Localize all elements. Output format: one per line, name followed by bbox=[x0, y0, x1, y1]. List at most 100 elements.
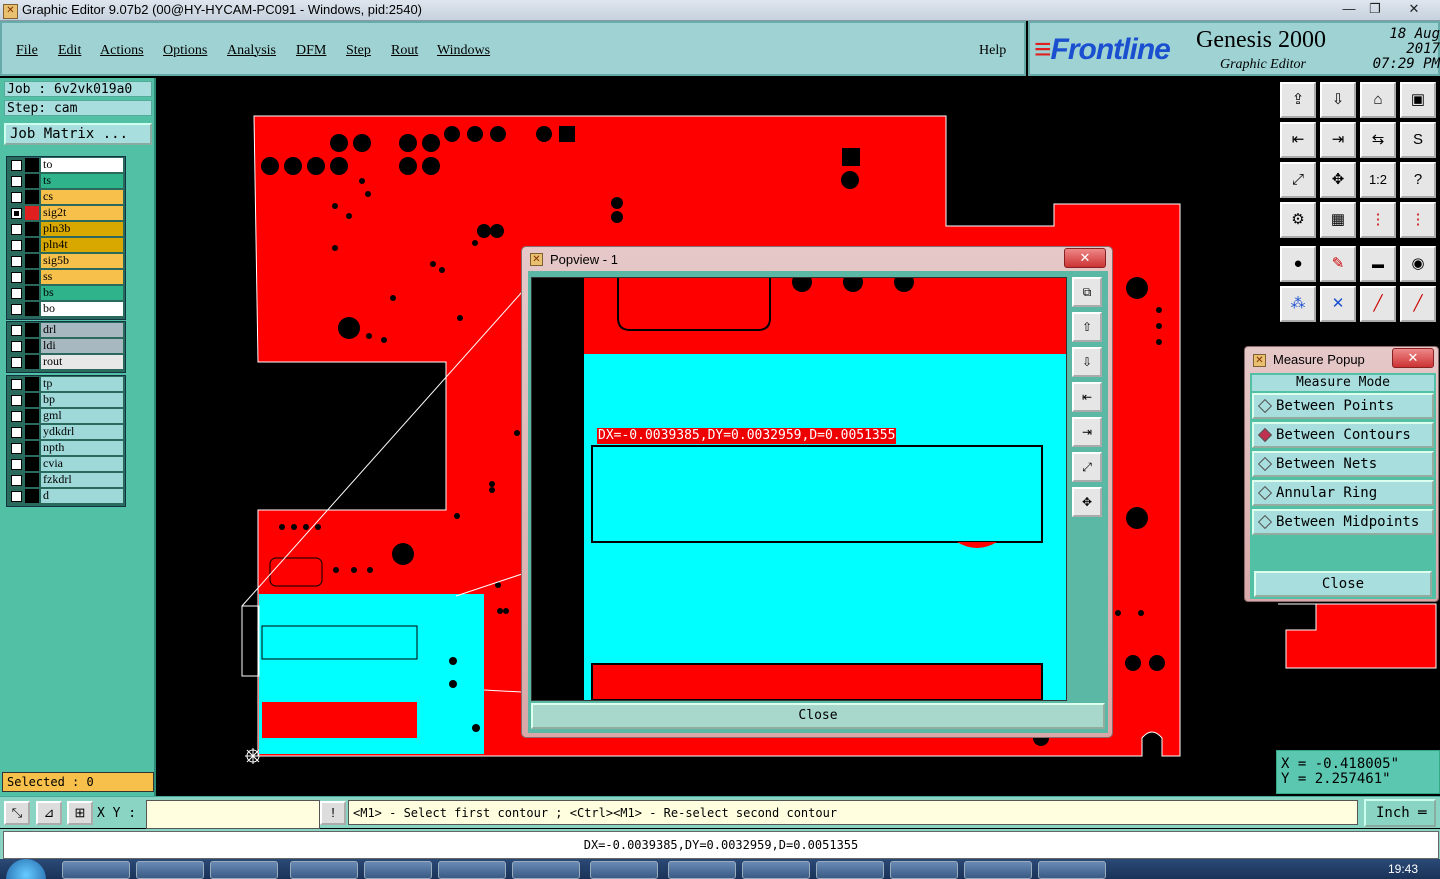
ruler-icon[interactable]: ▬ bbox=[1360, 246, 1396, 282]
taskbar-app[interactable] bbox=[364, 861, 432, 879]
layer-row-to[interactable]: to bbox=[7, 157, 125, 173]
taskbar-app[interactable] bbox=[890, 861, 958, 879]
maximize-button[interactable]: ❐ bbox=[1362, 0, 1388, 18]
menu-edit[interactable]: Edit bbox=[58, 43, 81, 59]
popview-left-icon[interactable]: ⇤ bbox=[1072, 382, 1102, 412]
layer-display-swatch[interactable] bbox=[25, 254, 39, 268]
layer-display-swatch[interactable] bbox=[25, 457, 39, 471]
cross-icon[interactable]: ✕ bbox=[1320, 286, 1356, 322]
layer-name[interactable]: pln3b bbox=[41, 222, 123, 236]
layer-row-ydkdrl[interactable]: ydkdrl bbox=[7, 424, 125, 440]
layer-name[interactable]: rout bbox=[41, 355, 123, 369]
layer-name[interactable]: ldi bbox=[41, 339, 123, 353]
layer-row-rout[interactable]: rout bbox=[7, 354, 125, 370]
line-icon[interactable]: ╱ bbox=[1360, 286, 1396, 322]
snap-icon[interactable]: ⊿ bbox=[36, 801, 62, 825]
popview-up-icon[interactable]: ⇧ bbox=[1072, 312, 1102, 342]
grid-icon[interactable]: ▦ bbox=[1320, 202, 1356, 238]
measure-option-annular-ring[interactable]: Annular Ring bbox=[1252, 480, 1434, 506]
layer-checkbox[interactable] bbox=[11, 395, 22, 406]
menu-windows[interactable]: Windows bbox=[437, 43, 490, 59]
layer-display-swatch[interactable] bbox=[25, 473, 39, 487]
layer-row-gml[interactable]: gml bbox=[7, 408, 125, 424]
taskbar-app[interactable] bbox=[964, 861, 1032, 879]
layer-checkbox[interactable] bbox=[11, 160, 22, 171]
layer-checkbox[interactable] bbox=[11, 443, 22, 454]
measure-option-between-points[interactable]: Between Points bbox=[1252, 393, 1434, 419]
taskbar-app[interactable] bbox=[590, 861, 658, 879]
layer-checkbox[interactable] bbox=[11, 208, 22, 219]
layer-name[interactable]: tp bbox=[41, 377, 123, 391]
zoom-area-icon[interactable]: ⤡ bbox=[4, 801, 30, 825]
mirror-icon[interactable]: ⇆ bbox=[1360, 122, 1396, 158]
layer-display-swatch[interactable] bbox=[25, 190, 39, 204]
export-icon[interactable]: ⇪ bbox=[1280, 82, 1316, 118]
popview-pan-icon[interactable]: ✥ bbox=[1072, 487, 1102, 517]
layer-name[interactable]: drl bbox=[41, 323, 123, 337]
layers-icon[interactable]: ⋮ bbox=[1360, 202, 1396, 238]
layer-row-cs[interactable]: cs bbox=[7, 189, 125, 205]
panel-icon[interactable]: ▣ bbox=[1400, 82, 1436, 118]
layer-display-swatch[interactable] bbox=[25, 393, 39, 407]
layer-display-swatch[interactable] bbox=[25, 286, 39, 300]
layer-name[interactable]: sig5b bbox=[41, 254, 123, 268]
measure-option-between-nets[interactable]: Between Nets bbox=[1252, 451, 1434, 477]
layer-display-swatch[interactable] bbox=[25, 441, 39, 455]
layer-checkbox[interactable] bbox=[11, 491, 22, 502]
layer-name[interactable]: pln4t bbox=[41, 238, 123, 252]
layer-name[interactable]: npth bbox=[41, 441, 123, 455]
menu-analysis[interactable]: Analysis bbox=[227, 43, 276, 59]
layer-checkbox[interactable] bbox=[11, 192, 22, 203]
taskbar-app[interactable] bbox=[210, 861, 278, 879]
layer-row-cvia[interactable]: cvia bbox=[7, 456, 125, 472]
units-select[interactable]: Inch ═ bbox=[1364, 799, 1436, 827]
move-left-icon[interactable]: ⇤ bbox=[1280, 122, 1316, 158]
layer-display-swatch[interactable] bbox=[25, 489, 39, 503]
layer-checkbox[interactable] bbox=[11, 304, 22, 315]
layer-display-swatch[interactable] bbox=[25, 238, 39, 252]
layer-display-swatch[interactable] bbox=[25, 158, 39, 172]
pad-icon[interactable]: ● bbox=[1280, 246, 1316, 282]
popview-window-icon[interactable]: ⧉ bbox=[1072, 277, 1102, 307]
popview-canvas[interactable]: DX=-0.0039385,DY=0.0032959,D=0.0051355 bbox=[531, 277, 1067, 701]
layer-checkbox[interactable] bbox=[11, 176, 22, 187]
start-button[interactable] bbox=[6, 859, 46, 879]
layer-display-swatch[interactable] bbox=[25, 339, 39, 353]
layer-name[interactable]: ss bbox=[41, 270, 123, 284]
layer-checkbox[interactable] bbox=[11, 357, 22, 368]
layer-display-swatch[interactable] bbox=[25, 174, 39, 188]
layer-name[interactable]: bp bbox=[41, 393, 123, 407]
layer-display-swatch[interactable] bbox=[25, 206, 39, 220]
layer-checkbox[interactable] bbox=[11, 459, 22, 470]
layer-name[interactable]: sig2t bbox=[41, 206, 123, 220]
layer-checkbox[interactable] bbox=[11, 379, 22, 390]
measure-close-icon[interactable]: ✕ bbox=[1392, 348, 1434, 368]
layer-row-pln3b[interactable]: pln3b bbox=[7, 221, 125, 237]
menu-step[interactable]: Step bbox=[346, 43, 371, 59]
move-right-icon[interactable]: ⇥ bbox=[1320, 122, 1356, 158]
measure-option-between-midpoints[interactable]: Between Midpoints bbox=[1252, 509, 1434, 535]
layer-display-swatch[interactable] bbox=[25, 302, 39, 316]
popview-fit-icon[interactable]: ⤢ bbox=[1072, 452, 1102, 482]
layer-checkbox[interactable] bbox=[11, 411, 22, 422]
circle-icon[interactable]: ◉ bbox=[1400, 246, 1436, 282]
layer-row-bp[interactable]: bp bbox=[7, 392, 125, 408]
menu-dfm[interactable]: DFM bbox=[296, 43, 326, 59]
menu-rout[interactable]: Rout bbox=[391, 43, 418, 59]
layer-name[interactable]: ydkdrl bbox=[41, 425, 123, 439]
layer-row-sig2t[interactable]: sig2t bbox=[7, 205, 125, 221]
layer-display-swatch[interactable] bbox=[25, 425, 39, 439]
menu-options[interactable]: Options bbox=[163, 43, 207, 59]
layer-row-bs[interactable]: bs bbox=[7, 285, 125, 301]
layer-display-swatch[interactable] bbox=[25, 377, 39, 391]
taskbar-app[interactable] bbox=[438, 861, 506, 879]
taskbar-app[interactable] bbox=[1038, 861, 1106, 879]
layer-name[interactable]: bo bbox=[41, 302, 123, 316]
layer-row-bo[interactable]: bo bbox=[7, 301, 125, 317]
menu-file[interactable]: File bbox=[16, 43, 38, 59]
close-window-button[interactable]: ✕ bbox=[1394, 0, 1434, 18]
layer-row-d[interactable]: d bbox=[7, 488, 125, 504]
layer-row-tp[interactable]: tp bbox=[7, 376, 125, 392]
scale-icon[interactable]: 1:2 bbox=[1360, 162, 1396, 198]
layer-display-swatch[interactable] bbox=[25, 323, 39, 337]
